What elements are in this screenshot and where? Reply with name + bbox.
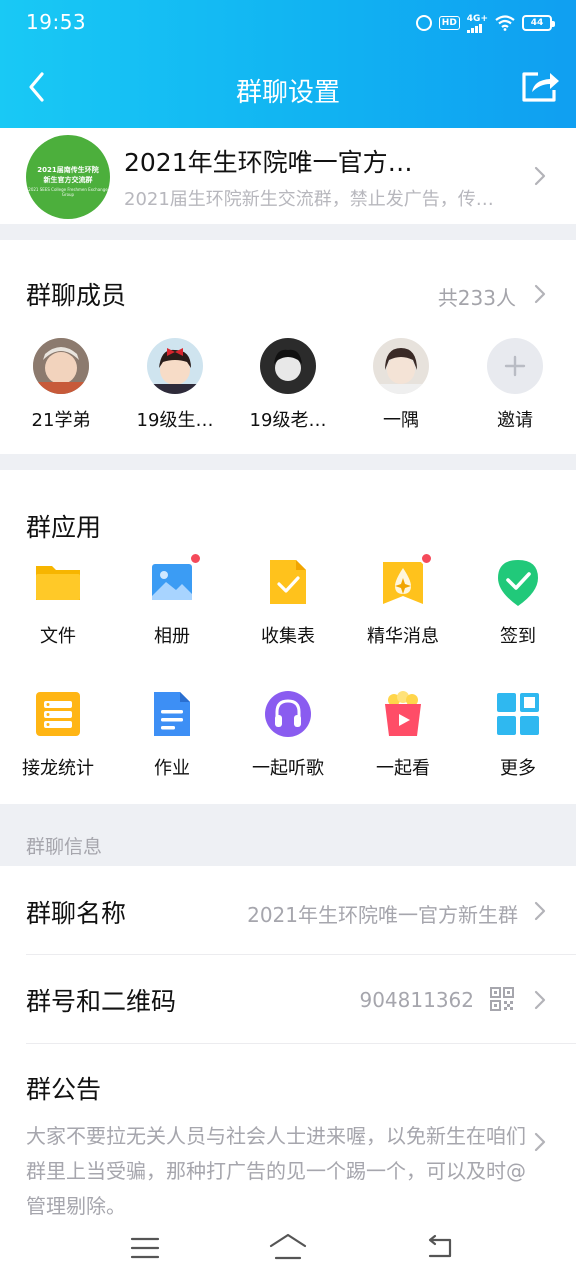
nav-bar: 群聊设置	[0, 56, 576, 120]
info-card: 群聊名称 2021年生环院唯一官方新生群 群号和二维码 904811362 群公…	[0, 866, 576, 1218]
invite-button[interactable]: 邀请	[465, 338, 565, 432]
app-label: 一起听歌	[252, 758, 324, 779]
system-nav-bar	[0, 1216, 576, 1280]
avatar	[33, 338, 89, 394]
app-form[interactable]: 收集表	[230, 558, 346, 648]
app-label: 文件	[40, 626, 76, 647]
essence-icon	[379, 552, 433, 606]
app-essence[interactable]: 精华消息	[345, 552, 461, 648]
members-card: 群聊成员 共233人 21学弟 19级生… 19级老… 一隅 邀请	[0, 240, 576, 454]
avatar	[147, 338, 203, 394]
header: 19:53 HD 4G+ 44 群聊设置	[0, 0, 576, 128]
invite-label: 邀请	[497, 410, 533, 431]
group-avatar-line-3: 2021 SEES College Freshmen Exchange Grou…	[28, 187, 108, 197]
avatar	[260, 338, 316, 394]
chevron-right-icon[interactable]	[534, 284, 546, 304]
add-icon	[487, 338, 543, 394]
album-icon	[148, 552, 202, 606]
watch-icon	[379, 690, 427, 738]
app-more[interactable]: 更多	[460, 690, 576, 780]
member-name: 19级老…	[249, 410, 327, 431]
member-name: 21学弟	[31, 410, 91, 431]
app-music[interactable]: 一起听歌	[230, 690, 346, 780]
back-nav-icon[interactable]	[424, 1234, 456, 1260]
status-time: 19:53	[26, 10, 87, 34]
chevron-right-icon	[534, 901, 546, 921]
row-title: 群公告	[26, 1075, 102, 1104]
wifi-icon	[495, 15, 515, 31]
member-name: 19级生…	[136, 410, 214, 431]
badge-dot	[420, 552, 433, 565]
app-label: 作业	[154, 758, 190, 779]
chevron-right-icon	[534, 166, 546, 186]
status-icons: HD 4G+ 44	[415, 10, 555, 36]
group-name-row[interactable]: 群聊名称 2021年生环院唯一官方新生群	[0, 866, 576, 954]
group-avatar-line-2: 新生官方交流群	[43, 176, 93, 184]
row-title: 群聊名称	[26, 899, 127, 928]
member-item[interactable]: 19级老…	[238, 338, 338, 432]
alarm-icon	[415, 15, 432, 31]
badge-dot	[189, 552, 202, 565]
relay-icon	[34, 690, 82, 738]
hd-icon: HD	[438, 16, 460, 30]
battery-icon: 44	[522, 15, 555, 31]
signal-icon: 4G+	[466, 13, 488, 33]
member-count[interactable]: 共233人	[438, 282, 516, 311]
group-number-row[interactable]: 群号和二维码 904811362	[0, 955, 576, 1043]
menu-icon[interactable]	[130, 1236, 160, 1260]
folder-icon	[34, 558, 82, 606]
homework-icon	[148, 690, 196, 738]
member-item[interactable]: 21学弟	[11, 338, 111, 432]
member-name: 一隅	[383, 410, 419, 431]
app-label: 一起看	[376, 758, 430, 779]
status-bar: 19:53 HD 4G+ 44	[0, 0, 576, 46]
chevron-right-icon	[534, 1132, 546, 1152]
app-homework[interactable]: 作业	[114, 690, 230, 780]
row-value: 904811362	[359, 988, 474, 1012]
avatar	[373, 338, 429, 394]
share-icon[interactable]	[518, 66, 562, 106]
group-description: 2021届生环院新生交流群，禁止发广告，传…	[124, 189, 494, 210]
app-label: 签到	[500, 626, 536, 647]
group-avatar: 2021届南传生环院 新生官方交流群 2021 SEES College Fre…	[26, 135, 110, 219]
home-icon[interactable]	[268, 1232, 308, 1262]
qr-code-icon	[490, 987, 514, 1011]
member-item[interactable]: 19级生…	[125, 338, 225, 432]
checkin-icon	[494, 558, 542, 606]
row-title: 群号和二维码	[26, 987, 177, 1016]
group-avatar-line-1: 2021届南传生环院	[37, 166, 99, 174]
app-label: 精华消息	[367, 626, 439, 647]
apps-title: 群应用	[26, 513, 102, 542]
app-album[interactable]: 相册	[114, 552, 230, 648]
form-icon	[264, 558, 312, 606]
app-watch[interactable]: 一起看	[345, 690, 461, 780]
group-summary[interactable]: 2021届南传生环院 新生官方交流群 2021 SEES College Fre…	[0, 128, 576, 224]
app-relay[interactable]: 接龙统计	[0, 690, 116, 780]
app-label: 更多	[500, 758, 536, 779]
section-label: 群聊信息	[26, 836, 103, 858]
app-label: 收集表	[261, 626, 315, 647]
row-value: 2021年生环院唯一官方新生群	[247, 903, 518, 927]
app-checkin[interactable]: 签到	[460, 558, 576, 648]
apps-card: 群应用 文件 相册 收集表 精华消息 签到 接龙统计 作业 一起听歌 一起看 更…	[0, 470, 576, 804]
page-title: 群聊设置	[235, 78, 340, 108]
app-label: 接龙统计	[22, 758, 94, 779]
network-label: 4G+	[466, 13, 488, 24]
member-item[interactable]: 一隅	[351, 338, 451, 432]
app-file[interactable]: 文件	[0, 558, 116, 648]
music-icon	[264, 690, 312, 738]
members-title: 群聊成员	[26, 281, 127, 310]
chevron-right-icon	[534, 990, 546, 1010]
notice-text: 大家不要拉无关人员与社会人士进来喔，以免新生在咱们群里上当受骗，那种打广告的见一…	[26, 1124, 526, 1218]
app-label: 相册	[154, 626, 190, 647]
group-name: 2021年生环院唯一官方…	[124, 148, 413, 177]
more-icon	[494, 690, 542, 738]
